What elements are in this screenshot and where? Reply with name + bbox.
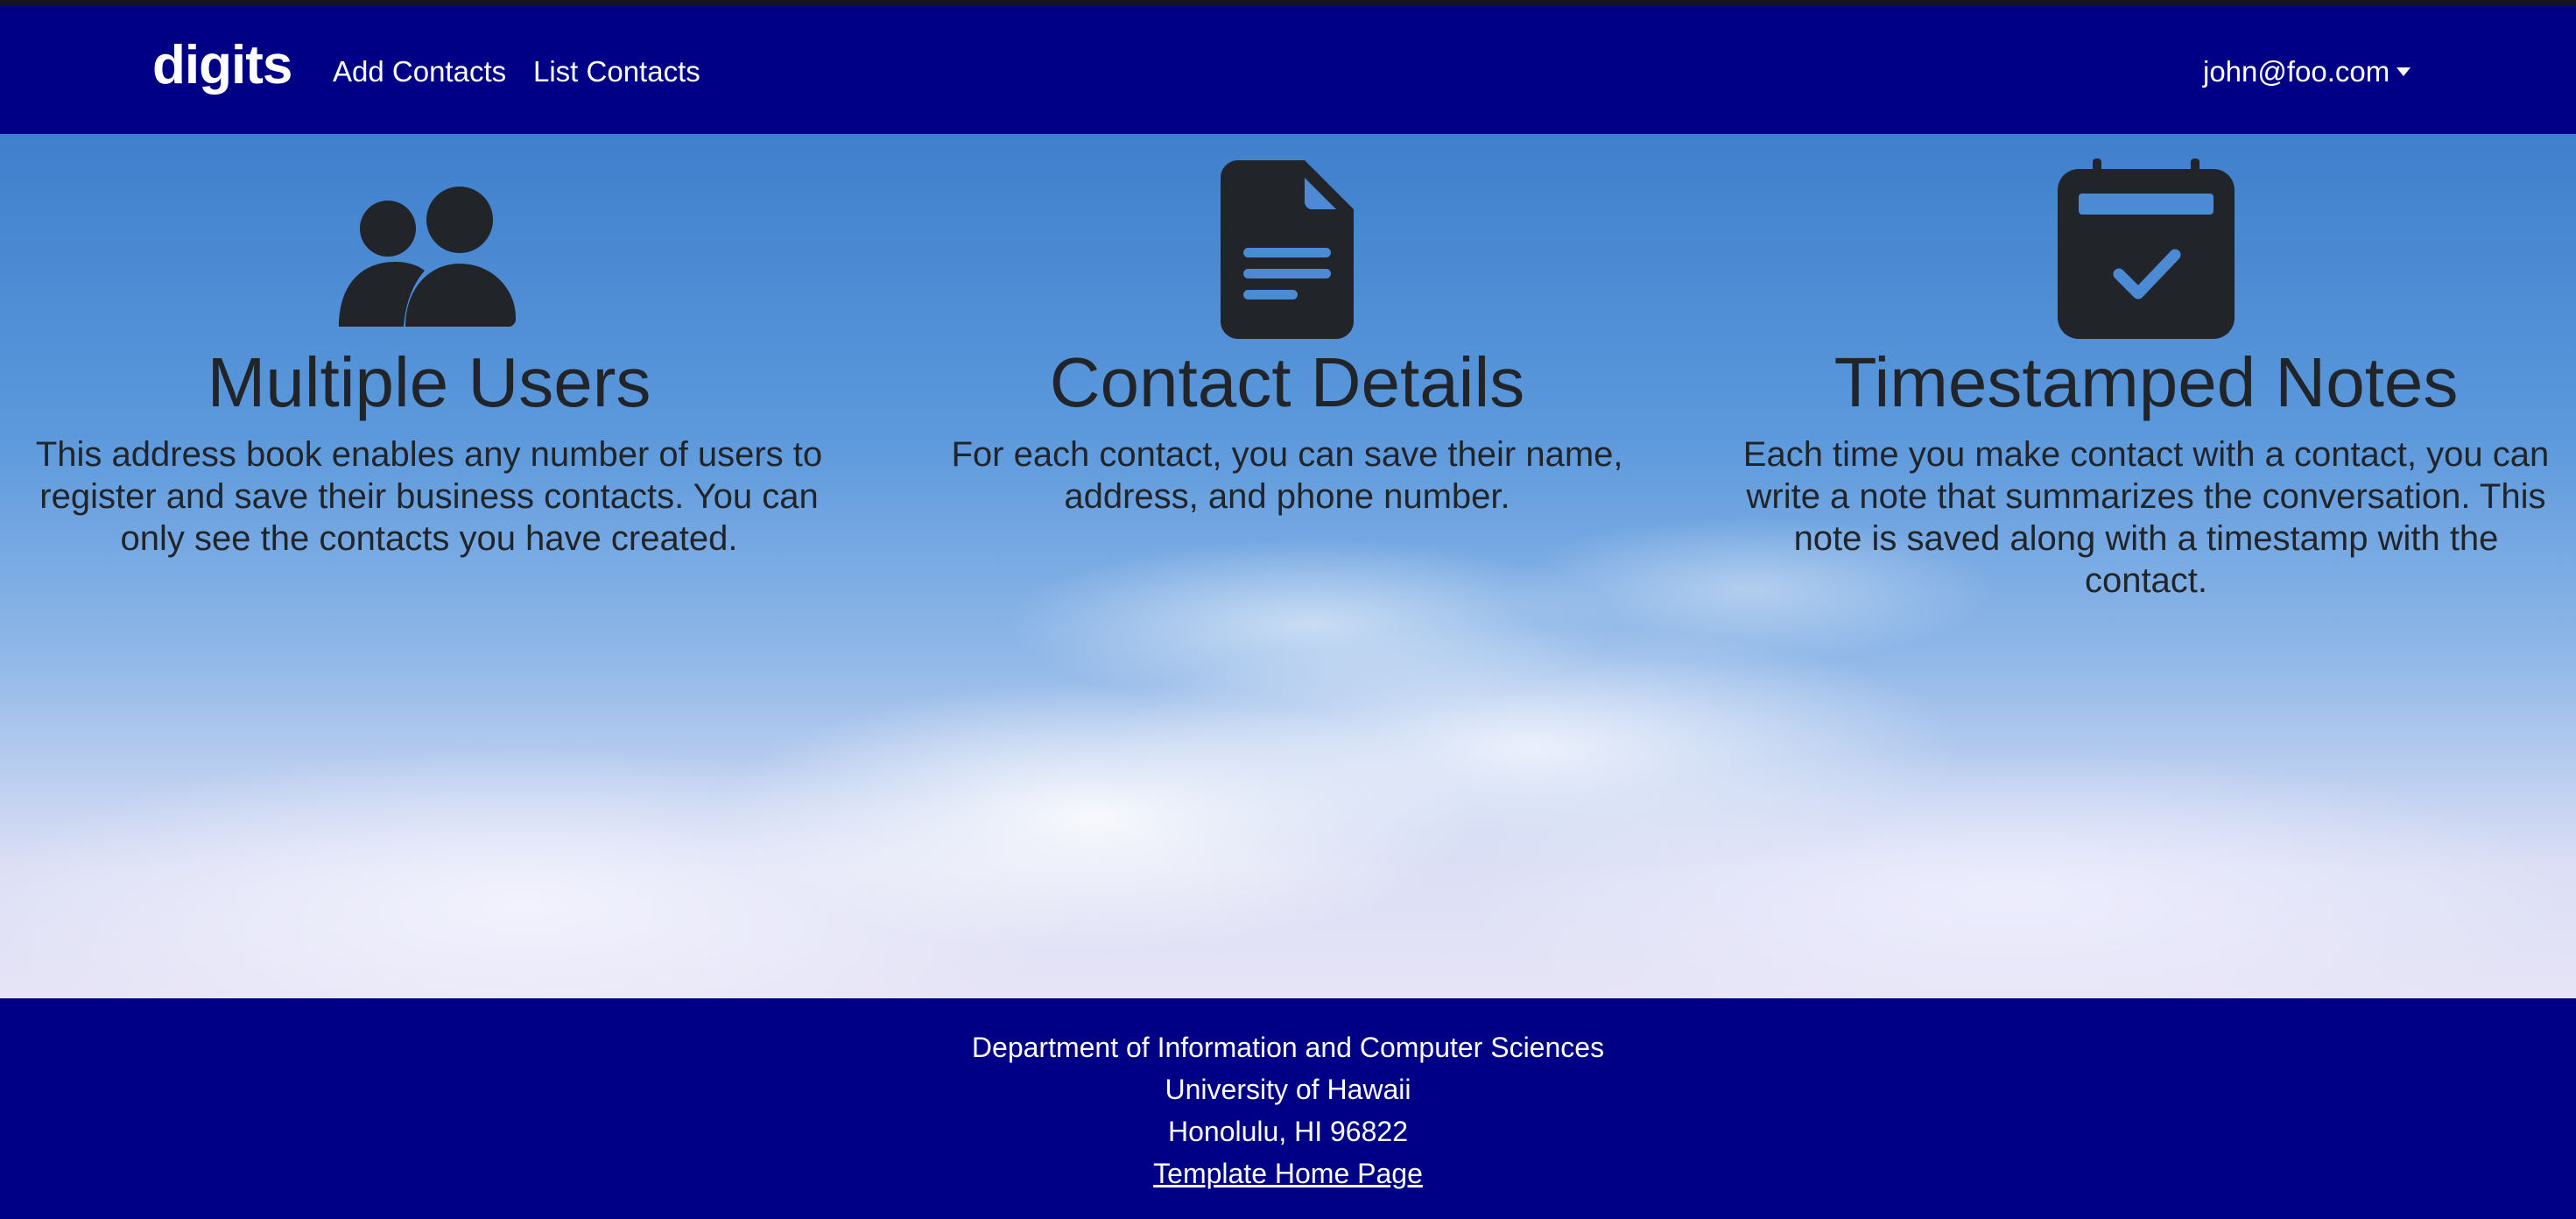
brand-logo[interactable]: digits xyxy=(152,32,292,99)
template-home-page-link[interactable]: Template Home Page xyxy=(1153,1158,1423,1189)
file-lines-icon xyxy=(858,160,1716,340)
footer-link-row: Template Home Page xyxy=(0,1152,2576,1194)
footer: Department of Information and Computer S… xyxy=(0,998,2576,1219)
user-dropdown[interactable]: john@foo.com xyxy=(2203,54,2411,89)
nav-link-add-contacts[interactable]: Add Contacts xyxy=(333,54,506,89)
feature-description: This address book enables any number of … xyxy=(35,435,823,558)
user-email: john@foo.com xyxy=(2203,55,2390,88)
feature-description: For each contact, you can save their nam… xyxy=(951,435,1623,516)
navbar: digits Add Contacts List Contacts john@f… xyxy=(0,6,2576,134)
landing-hero: Multiple Users This address book enables… xyxy=(0,134,2576,998)
footer-department: Department of Information and Computer S… xyxy=(971,1032,1605,1063)
caret-down-icon xyxy=(2397,67,2411,77)
users-icon xyxy=(0,160,858,340)
footer-address: Honolulu, HI 96822 xyxy=(1168,1116,1408,1147)
window-top-border xyxy=(0,0,2576,6)
footer-university: University of Hawaii xyxy=(1165,1074,1411,1105)
calendar-check-icon xyxy=(1716,159,2576,340)
feature-title: Timestamped Notes xyxy=(1833,343,2459,421)
nav-link-list-contacts[interactable]: List Contacts xyxy=(533,54,700,89)
feature-title: Contact Details xyxy=(1049,343,1525,421)
feature-description: Each time you make contact with a contac… xyxy=(1742,435,2550,600)
feature-title: Multiple Users xyxy=(207,343,651,421)
